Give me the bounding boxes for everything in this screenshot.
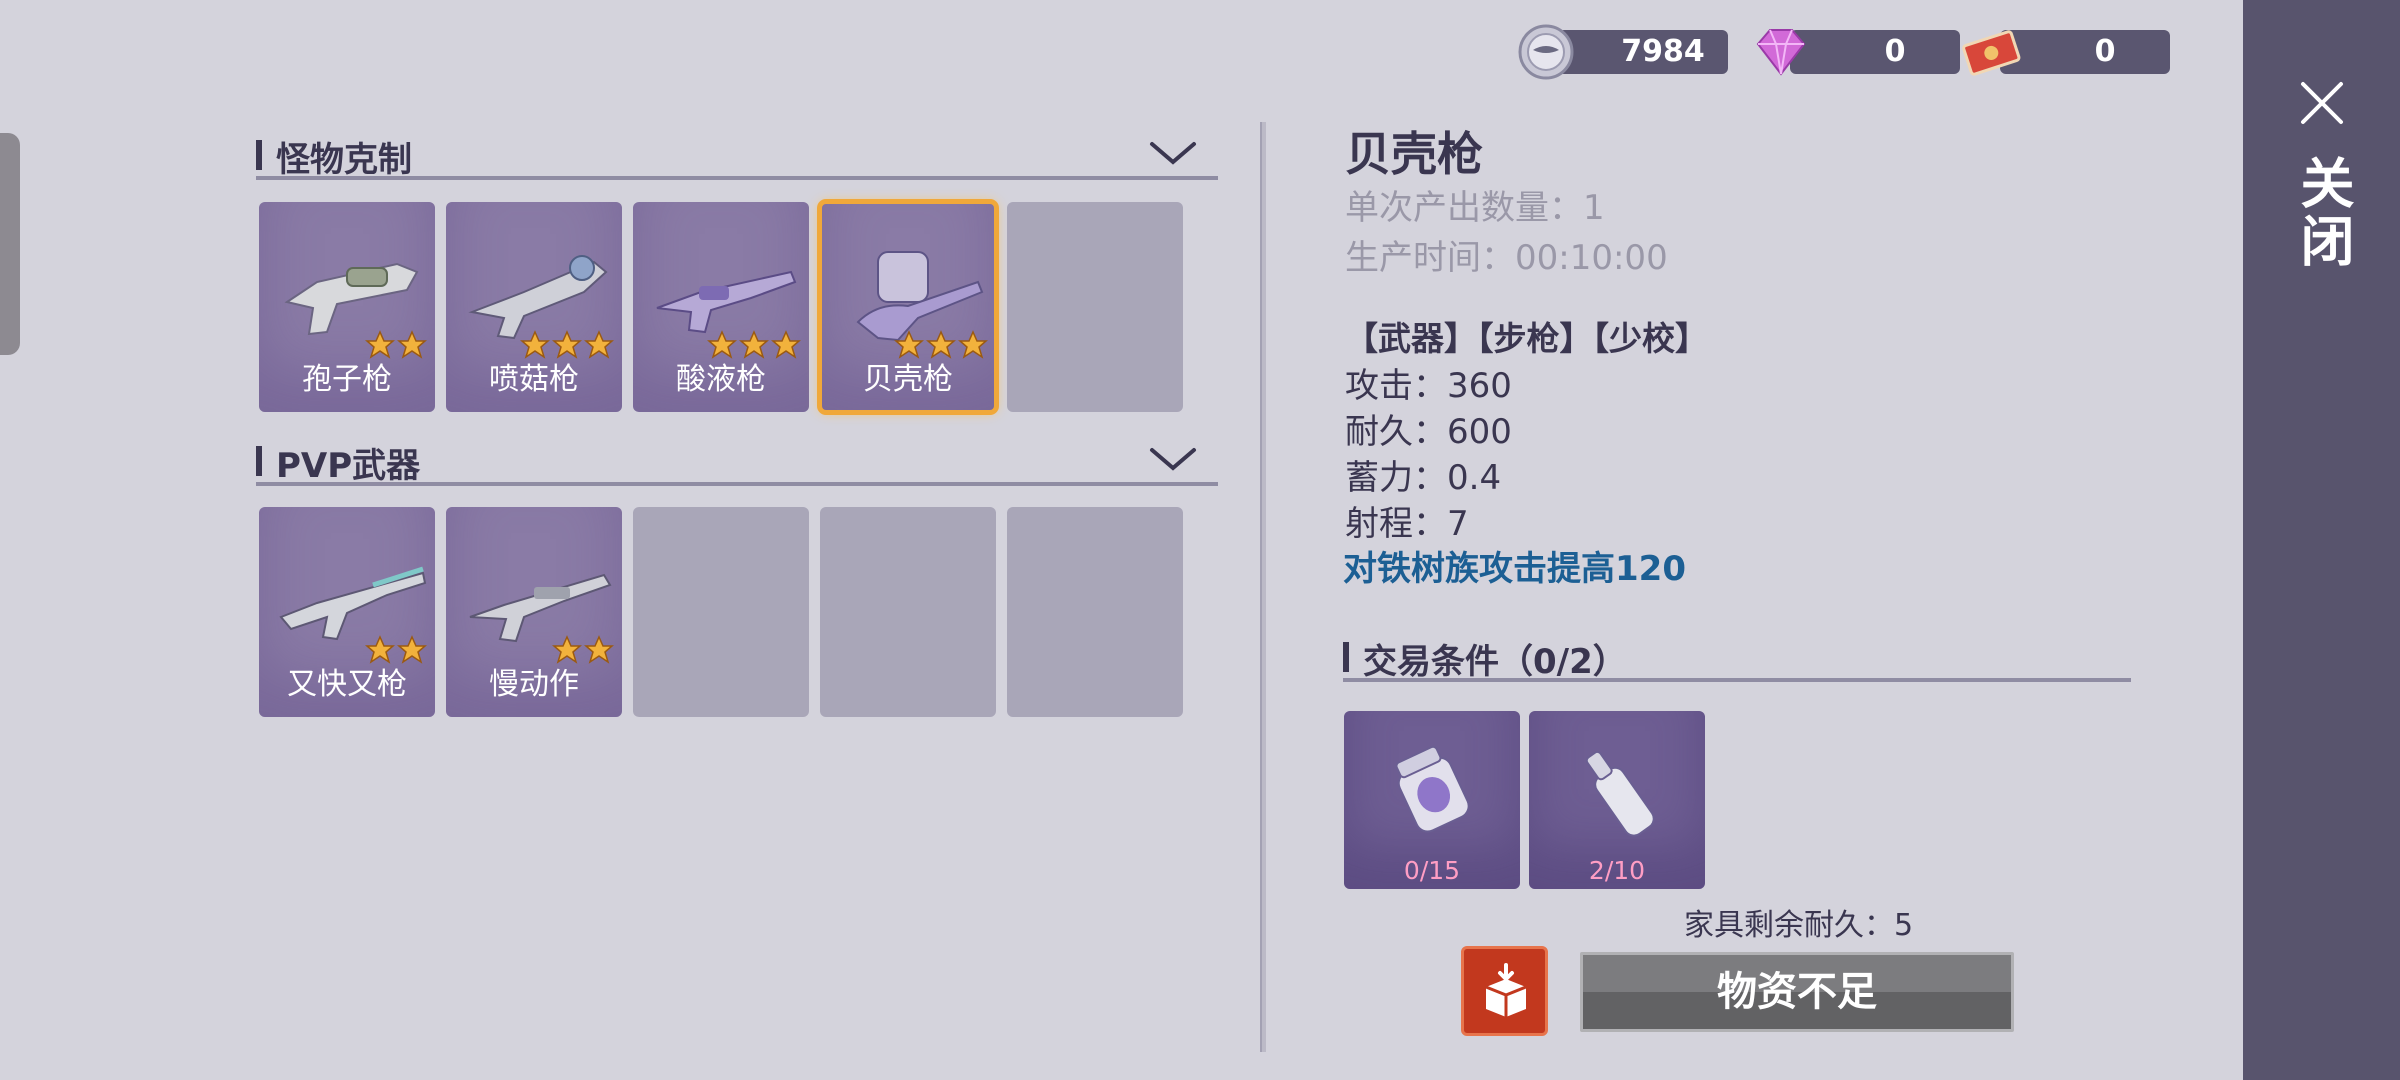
- empty-slot: [1007, 202, 1183, 412]
- stat-charge: 蓄力：0.4: [1345, 458, 1502, 498]
- bonus-text: 对铁树族攻击提高120: [1343, 549, 1686, 589]
- chevron-down-icon[interactable]: [1148, 444, 1198, 474]
- left-edge-tab[interactable]: [0, 133, 20, 355]
- section-title: PVP武器: [276, 446, 421, 486]
- weapon-item-3[interactable]: 酸液枪: [633, 202, 809, 412]
- jar-icon: [1395, 745, 1470, 833]
- chevron-down-icon[interactable]: [1148, 138, 1198, 168]
- ticket-value: 0: [2094, 34, 2116, 69]
- weapon-name: 孢子枪: [302, 362, 392, 397]
- bottle-icon: [1585, 750, 1655, 837]
- weapon-item-4-selected[interactable]: 贝壳枪: [817, 199, 999, 415]
- trade-conditions-header: 交易条件（0/2）: [1343, 630, 2131, 682]
- section-header-pvp[interactable]: PVP武器: [256, 434, 1218, 486]
- detail-title: 贝壳枪: [1345, 127, 1483, 181]
- material-slot-bottle[interactable]: 2/10: [1529, 711, 1705, 889]
- silver-value: 7984: [1621, 34, 1705, 69]
- weapon-item-6[interactable]: 慢动作: [446, 507, 622, 717]
- weapon-item-1[interactable]: 孢子枪: [259, 202, 435, 412]
- weapon-item-5[interactable]: 又快又枪: [259, 507, 435, 717]
- section-bar: [1343, 642, 1349, 672]
- stat-attack: 攻击：360: [1345, 366, 1512, 406]
- empty-slot: [820, 507, 996, 717]
- weapon-item-2[interactable]: 喷菇枪: [446, 202, 622, 412]
- empty-slot: [633, 507, 809, 717]
- diamond-value: 0: [1884, 34, 1906, 69]
- panel-divider: [1260, 122, 1266, 1052]
- empty-slot: [1007, 507, 1183, 717]
- stat-range: 射程：7: [1345, 504, 1469, 544]
- close-icon: [2301, 82, 2343, 124]
- production-time: 生产时间：00:10:00: [1345, 238, 1668, 278]
- section-bar: [256, 140, 262, 170]
- diamond-gem-icon: [1756, 29, 1806, 76]
- close-label: 关闭: [2291, 155, 2354, 271]
- material-count: 0/15: [1403, 856, 1461, 885]
- trade-title: 交易条件（0/2）: [1363, 642, 1627, 682]
- section-bar: [256, 446, 262, 476]
- weapon-name: 喷菇枪: [489, 362, 579, 397]
- furniture-durability: 家具剩余耐久：5: [1684, 908, 1914, 943]
- close-panel[interactable]: 关闭: [2243, 0, 2400, 1080]
- material-count: 2/10: [1588, 856, 1646, 885]
- weapon-name: 慢动作: [489, 667, 579, 702]
- stat-durability: 耐久：600: [1345, 412, 1512, 452]
- material-slot-jar[interactable]: 0/15: [1344, 711, 1520, 889]
- output-quantity: 单次产出数量：1: [1345, 188, 1605, 228]
- storage-box-button[interactable]: [1461, 946, 1548, 1036]
- weapon-name: 酸液枪: [676, 362, 766, 397]
- section-title: 怪物克制: [276, 140, 412, 180]
- silver-coin-icon: [1518, 24, 1574, 80]
- weapon-tags: 【武器】【步枪】【少校】: [1345, 319, 1708, 358]
- insufficient-materials-button[interactable]: 物资不足: [1580, 952, 2014, 1032]
- box-icon: [1485, 963, 1527, 1017]
- section-header-monster[interactable]: 怪物克制: [256, 128, 1218, 180]
- red-ticket-icon: [1962, 30, 2021, 76]
- weapon-name: 又快又枪: [287, 667, 407, 702]
- weapon-name: 贝壳枪: [863, 362, 953, 397]
